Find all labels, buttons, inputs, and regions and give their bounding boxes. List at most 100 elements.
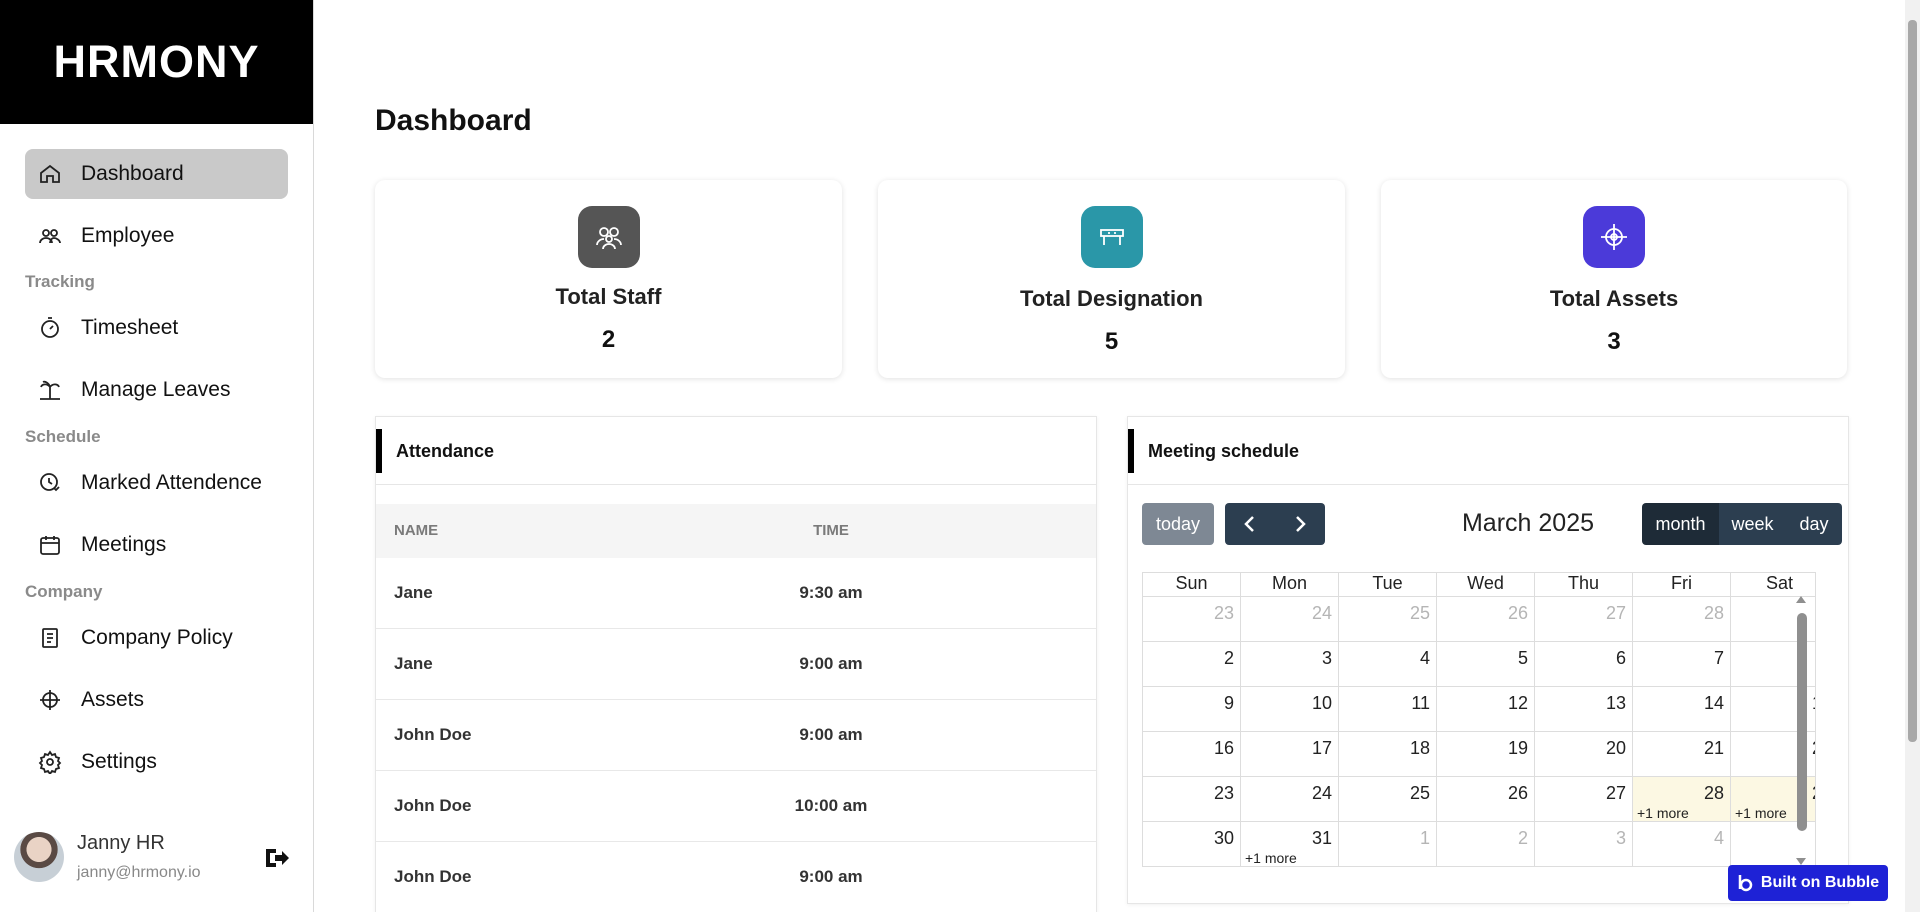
day-number: 1 — [1419, 828, 1430, 848]
day-number: 23 — [1213, 603, 1234, 623]
today-button[interactable]: today — [1142, 503, 1214, 545]
table-row[interactable]: John Doe 9:00 am — [376, 842, 1096, 912]
calendar-day-cell[interactable]: 19 — [1437, 732, 1535, 777]
window-scrollbar[interactable] — [1905, 0, 1920, 912]
calendar-day-cell[interactable]: 25 — [1339, 597, 1437, 642]
calendar-day-cell[interactable]: 17 — [1241, 732, 1339, 777]
day-number: 30 — [1213, 828, 1234, 848]
next-month-button[interactable] — [1275, 503, 1325, 545]
calendar-day-cell[interactable]: 26 — [1437, 777, 1535, 822]
stat-card-total-staff[interactable]: Total Staff 2 — [375, 180, 842, 378]
calendar-day-cell[interactable]: 27 — [1535, 777, 1633, 822]
sidebar-item-dashboard[interactable]: Dashboard — [25, 149, 288, 199]
calendar-day-cell[interactable]: 11 — [1339, 687, 1437, 732]
sidebar-item-settings[interactable]: Settings — [25, 737, 288, 787]
stat-card-total-designation[interactable]: Total Designation 5 — [878, 180, 1345, 378]
calendar-day-cell[interactable]: 30 — [1143, 822, 1241, 866]
section-label-tracking: Tracking — [25, 272, 95, 291]
day-number: 12 — [1507, 693, 1528, 713]
sidebar-item-manage-leaves[interactable]: Manage Leaves — [25, 365, 288, 415]
calendar-day-cell[interactable]: 26 — [1437, 597, 1535, 642]
calendar-scroll-thumb[interactable] — [1797, 613, 1807, 831]
logout-icon[interactable] — [264, 846, 290, 870]
table-row[interactable]: John Doe 9:00 am — [376, 700, 1096, 771]
day-number: 20 — [1605, 738, 1626, 758]
calendar-day-cell[interactable]: 2 — [1143, 642, 1241, 687]
day-number: 25 — [1409, 603, 1430, 623]
attendance-name: Jane — [394, 654, 433, 673]
calendar-day-cell[interactable]: 4 — [1633, 822, 1731, 866]
sidebar-item-label: Manage Leaves — [81, 378, 231, 401]
chevron-left-icon — [1244, 516, 1254, 532]
calendar-day-cell[interactable]: 1 — [1339, 822, 1437, 866]
weekday-header: Mon — [1241, 573, 1339, 597]
sidebar-item-company-policy[interactable]: Company Policy — [25, 613, 288, 663]
calendar-day-cell[interactable]: 9 — [1143, 687, 1241, 732]
calendar-day-cell[interactable]: 20 — [1535, 732, 1633, 777]
calendar-day-cell[interactable]: 7 — [1633, 642, 1731, 687]
table-row[interactable]: Jane 9:00 am — [376, 629, 1096, 700]
sidebar-item-timesheet[interactable]: Timesheet — [25, 303, 288, 353]
calendar-day-cell[interactable]: 13 — [1535, 687, 1633, 732]
calendar-day-cell[interactable]: 2 — [1437, 822, 1535, 866]
attendance-header: Attendance — [376, 417, 1096, 485]
calendar-day-cell[interactable]: 23 — [1143, 597, 1241, 642]
calendar-day-cell[interactable]: 14 — [1633, 687, 1731, 732]
day-number: 28 — [1703, 603, 1724, 623]
more-events-link[interactable]: +1 more — [1735, 805, 1787, 821]
calendar-day-cell[interactable]: 28 +1 more — [1633, 777, 1731, 822]
sidebar-item-assets[interactable]: Assets — [25, 675, 288, 725]
calendar-day-cell[interactable]: 28 — [1633, 597, 1731, 642]
scroll-up-icon[interactable] — [1792, 593, 1810, 605]
weekday-header: Thu — [1535, 573, 1633, 597]
calendar-day-cell[interactable]: 12 — [1437, 687, 1535, 732]
more-events-link[interactable]: +1 more — [1245, 850, 1297, 866]
day-number: 1 — [1812, 693, 1815, 714]
table-row[interactable]: Jane 9:30 am — [376, 558, 1096, 629]
weekday-header: Tue — [1339, 573, 1437, 597]
sidebar-item-meetings[interactable]: Meetings — [25, 520, 288, 570]
sidebar-item-employee[interactable]: Employee — [25, 211, 288, 261]
attendance-name: Jane — [394, 583, 433, 602]
calendar-day-cell[interactable]: 27 — [1535, 597, 1633, 642]
calendar-day-cell[interactable]: 25 — [1339, 777, 1437, 822]
sidebar-item-marked-attendence[interactable]: Marked Attendence — [25, 458, 288, 508]
day-number: 26 — [1507, 783, 1528, 803]
calendar-day-cell[interactable]: 23 — [1143, 777, 1241, 822]
calendar-day-cell[interactable]: 24 — [1241, 777, 1339, 822]
month-view-button[interactable]: month — [1642, 503, 1719, 545]
day-view-button[interactable]: day — [1786, 503, 1842, 545]
sidebar-item-label: Company Policy — [81, 626, 233, 649]
calendar-day-cell[interactable]: 18 — [1339, 732, 1437, 777]
calendar-day-cell[interactable]: 3 — [1241, 642, 1339, 687]
stat-card-total-assets[interactable]: Total Assets 3 — [1381, 180, 1847, 378]
window-scroll-thumb[interactable] — [1908, 20, 1917, 742]
calendar-day-cell[interactable]: 4 — [1339, 642, 1437, 687]
day-number: 3 — [1321, 648, 1332, 668]
calendar-day-cell[interactable]: 3 — [1535, 822, 1633, 866]
attendance-time: 9:00 am — [799, 867, 863, 886]
calendar-day-cell[interactable]: 16 — [1143, 732, 1241, 777]
day-number: 25 — [1409, 783, 1430, 803]
table-row[interactable]: John Doe 10:00 am — [376, 771, 1096, 842]
calendar-day-cell[interactable]: 5 — [1437, 642, 1535, 687]
calendar-day-cell[interactable]: 31 +1 more — [1241, 822, 1339, 866]
calendar-scrollbar[interactable] — [1792, 593, 1810, 868]
week-view-button[interactable]: week — [1719, 503, 1786, 545]
more-events-link[interactable]: +1 more — [1637, 805, 1689, 821]
calendar-day-cell[interactable]: 10 — [1241, 687, 1339, 732]
brand-logo[interactable]: HRMONY — [0, 0, 313, 124]
meeting-header: Meeting schedule — [1128, 417, 1848, 485]
calendar-day-cell[interactable]: 24 — [1241, 597, 1339, 642]
day-number: 3 — [1615, 828, 1626, 848]
avatar[interactable] — [14, 832, 64, 882]
main-content: Dashboard Total Staff 2 Total Designatio… — [315, 0, 1905, 912]
day-number: 31 — [1311, 828, 1332, 848]
built-on-bubble-badge[interactable]: Built on Bubble — [1728, 865, 1888, 901]
prev-month-button[interactable] — [1225, 503, 1275, 545]
calendar-month-title: March 2025 — [1461, 509, 1595, 537]
weekday-header: Sun — [1143, 573, 1241, 597]
stopwatch-icon — [35, 313, 65, 343]
calendar-day-cell[interactable]: 21 — [1633, 732, 1731, 777]
calendar-day-cell[interactable]: 6 — [1535, 642, 1633, 687]
